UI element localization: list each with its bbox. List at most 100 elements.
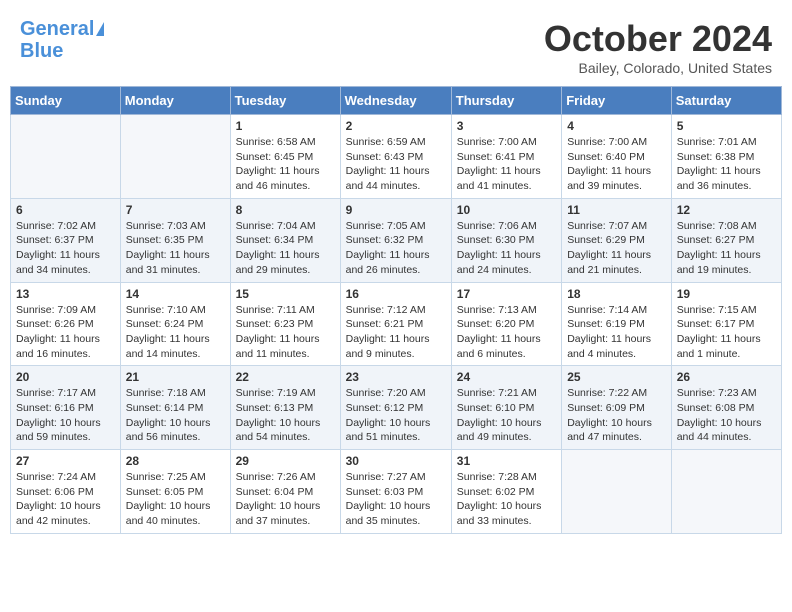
daylight-text: Daylight: 10 hours and 33 minutes.	[457, 500, 542, 527]
calendar-cell: 15Sunrise: 7:11 AMSunset: 6:23 PMDayligh…	[230, 282, 340, 366]
weekday-header-friday: Friday	[562, 87, 672, 115]
weekday-header-thursday: Thursday	[451, 87, 561, 115]
sunrise-text: Sunrise: 7:12 AM	[346, 304, 426, 316]
sunset-text: Sunset: 6:10 PM	[457, 402, 535, 414]
calendar-cell: 2Sunrise: 6:59 AMSunset: 6:43 PMDaylight…	[340, 115, 451, 199]
sunset-text: Sunset: 6:06 PM	[16, 486, 94, 498]
sunrise-text: Sunrise: 7:19 AM	[236, 387, 316, 399]
day-number: 28	[126, 454, 225, 468]
weekday-header-saturday: Saturday	[671, 87, 781, 115]
sunset-text: Sunset: 6:23 PM	[236, 318, 314, 330]
calendar-cell: 17Sunrise: 7:13 AMSunset: 6:20 PMDayligh…	[451, 282, 561, 366]
weekday-header-monday: Monday	[120, 87, 230, 115]
day-info: Sunrise: 7:28 AMSunset: 6:02 PMDaylight:…	[457, 470, 556, 529]
day-info: Sunrise: 7:19 AMSunset: 6:13 PMDaylight:…	[236, 386, 335, 445]
sunrise-text: Sunrise: 6:58 AM	[236, 136, 316, 148]
sunset-text: Sunset: 6:45 PM	[236, 151, 314, 163]
calendar-cell: 5 Sunrise: 7:01 AM Sunset: 6:38 PM Daylight…	[671, 115, 781, 199]
sunset-text: Sunset: 6:04 PM	[236, 486, 314, 498]
weekday-header-wednesday: Wednesday	[340, 87, 451, 115]
sunset-text: Sunset: 6:37 PM	[16, 234, 94, 246]
sunset-text: Sunset: 6:30 PM	[457, 234, 535, 246]
calendar-cell: 30Sunrise: 7:27 AMSunset: 6:03 PMDayligh…	[340, 450, 451, 534]
calendar-cell: 29 Sunrise: 7:26 AMSunset: 6:04 PMDayligh…	[230, 450, 340, 534]
logo-triangle-icon	[96, 22, 104, 36]
day-number: 12	[677, 203, 776, 217]
sunrise-text: Sunrise: 7:09 AM	[16, 304, 96, 316]
calendar-cell: 16Sunrise: 7:12 AMSunset: 6:21 PMDayligh…	[340, 282, 451, 366]
logo: General Blue	[20, 18, 104, 62]
daylight-text: Daylight: 11 hours and 36 minutes.	[677, 165, 761, 192]
sunset-text: Sunset: 6:34 PM	[236, 234, 314, 246]
daylight-text: Daylight: 10 hours and 59 minutes.	[16, 417, 101, 444]
daylight-text: Daylight: 11 hours and 34 minutes.	[16, 249, 100, 276]
sunset-text: Sunset: 6:03 PM	[346, 486, 424, 498]
calendar-cell	[120, 115, 230, 199]
sunrise-text: Sunrise: 7:10 AM	[126, 304, 206, 316]
sunset-text: Sunset: 6:21 PM	[346, 318, 424, 330]
day-number: 3	[457, 119, 556, 133]
calendar-cell: 3 Sunrise: 7:00 AMSunset: 6:41 PMDaylight…	[451, 115, 561, 199]
day-number: 29	[236, 454, 335, 468]
calendar-cell: 21Sunrise: 7:18 AMSunset: 6:14 PMDayligh…	[120, 366, 230, 450]
daylight-text: Daylight: 11 hours and 1 minute.	[677, 333, 761, 360]
daylight-text: Daylight: 11 hours and 31 minutes.	[126, 249, 210, 276]
calendar-cell: 6Sunrise: 7:02 AMSunset: 6:37 PMDaylight…	[11, 198, 121, 282]
sunrise-text: Sunrise: 7:22 AM	[567, 387, 647, 399]
day-info: Sunrise: 7:02 AMSunset: 6:37 PMDaylight:…	[16, 219, 115, 278]
sunrise-text: Sunrise: 7:14 AM	[567, 304, 647, 316]
sunrise-text: Sunrise: 7:03 AM	[126, 220, 206, 232]
calendar-week-5: 27Sunrise: 7:24 AMSunset: 6:06 PMDayligh…	[11, 450, 782, 534]
day-info: Sunrise: 7:07 AMSunset: 6:29 PMDaylight:…	[567, 219, 666, 278]
day-info: Sunrise: 7:20 AMSunset: 6:12 PMDaylight:…	[346, 386, 446, 445]
day-number: 26	[677, 370, 776, 384]
calendar-cell: 10Sunrise: 7:06 AMSunset: 6:30 PMDayligh…	[451, 198, 561, 282]
day-number: 25	[567, 370, 666, 384]
calendar-cell: 7Sunrise: 7:03 AMSunset: 6:35 PMDaylight…	[120, 198, 230, 282]
sunrise-text: Sunrise: 7:27 AM	[346, 471, 426, 483]
day-info: Sunrise: 6:59 AMSunset: 6:43 PMDaylight:…	[346, 135, 446, 194]
sunrise-text: Sunrise: 7:05 AM	[346, 220, 426, 232]
calendar-cell	[562, 450, 672, 534]
day-number: 7	[126, 203, 225, 217]
day-info: Sunrise: 7:26 AMSunset: 6:04 PMDaylight:…	[236, 470, 335, 529]
daylight-text: Daylight: 10 hours and 54 minutes.	[236, 417, 321, 444]
day-number: 17	[457, 287, 556, 301]
day-info: Sunrise: 7:05 AMSunset: 6:32 PMDaylight:…	[346, 219, 446, 278]
sunrise-text: Sunrise: 7:21 AM	[457, 387, 537, 399]
day-info: Sunrise: 7:04 AMSunset: 6:34 PMDaylight:…	[236, 219, 335, 278]
sunrise-text: Sunrise: 7:18 AM	[126, 387, 206, 399]
sunrise-text: Sunrise: 7:17 AM	[16, 387, 96, 399]
day-info: Sunrise: 7:23 AMSunset: 6:08 PMDaylight:…	[677, 386, 776, 445]
day-info: Sunrise: 7:06 AMSunset: 6:30 PMDaylight:…	[457, 219, 556, 278]
day-info: Sunrise: 7:12 AMSunset: 6:21 PMDaylight:…	[346, 303, 446, 362]
sunset-text: Sunset: 6:38 PM	[677, 151, 755, 163]
day-info: Sunrise: 7:24 AMSunset: 6:06 PMDaylight:…	[16, 470, 115, 529]
calendar-cell: 18Sunrise: 7:14 AMSunset: 6:19 PMDayligh…	[562, 282, 672, 366]
sunset-text: Sunset: 6:02 PM	[457, 486, 535, 498]
daylight-text: Daylight: 11 hours and 39 minutes.	[567, 165, 651, 192]
day-info: Sunrise: 7:01 AM Sunset: 6:38 PM Daylight:…	[677, 135, 776, 194]
day-info: Sunrise: 7:11 AMSunset: 6:23 PMDaylight:…	[236, 303, 335, 362]
daylight-text: Daylight: 11 hours and 26 minutes.	[346, 249, 430, 276]
sunset-text: Sunset: 6:19 PM	[567, 318, 645, 330]
daylight-text: Daylight: 11 hours and 14 minutes.	[126, 333, 210, 360]
day-number: 5	[677, 119, 776, 133]
daylight-text: Daylight: 11 hours and 46 minutes.	[236, 165, 320, 192]
day-info: Sunrise: 7:09 AMSunset: 6:26 PMDaylight:…	[16, 303, 115, 362]
day-number: 4	[567, 119, 666, 133]
sunset-text: Sunset: 6:14 PM	[126, 402, 204, 414]
sunrise-text: Sunrise: 7:15 AM	[677, 304, 757, 316]
calendar-week-1: 1Sunrise: 6:58 AMSunset: 6:45 PMDaylight…	[11, 115, 782, 199]
day-info: Sunrise: 7:00 AMSunset: 6:41 PMDaylight:…	[457, 135, 556, 194]
daylight-text: Daylight: 11 hours and 21 minutes.	[567, 249, 651, 276]
sunset-text: Sunset: 6:29 PM	[567, 234, 645, 246]
day-number: 20	[16, 370, 115, 384]
day-number: 14	[126, 287, 225, 301]
daylight-text: Daylight: 10 hours and 47 minutes.	[567, 417, 652, 444]
weekday-header-tuesday: Tuesday	[230, 87, 340, 115]
calendar-week-2: 6Sunrise: 7:02 AMSunset: 6:37 PMDaylight…	[11, 198, 782, 282]
sunrise-text: Sunrise: 7:01 AM	[677, 136, 757, 148]
sunset-text: Sunset: 6:40 PM	[567, 151, 645, 163]
daylight-text: Daylight: 11 hours and 44 minutes.	[346, 165, 430, 192]
